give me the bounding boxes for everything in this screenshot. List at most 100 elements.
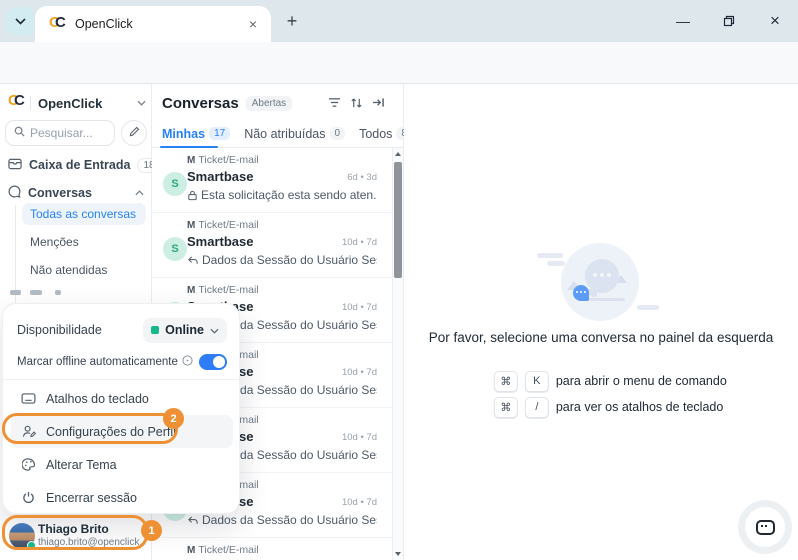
- sidebar-item-todas-as-conversas[interactable]: Todas as conversas: [22, 203, 146, 225]
- tab-count: 17: [209, 127, 230, 140]
- search-input[interactable]: Pesquisar...: [5, 120, 115, 146]
- detail-panel: Por favor, selecione uma conversa no pai…: [404, 84, 798, 560]
- conversation-timestamps: 10d • 7d: [342, 302, 377, 313]
- openclick-favicon: CC: [49, 16, 67, 32]
- sort-icon[interactable]: [350, 97, 363, 109]
- channel-label: M Ticket/E-mail: [187, 544, 259, 556]
- inbox-label: Caixa de Entrada: [29, 158, 130, 172]
- message-preview: Dados da Sessão do Usuário Ses...: [187, 253, 377, 267]
- contact-name: Smartbase: [187, 234, 253, 249]
- brand-name: OpenClick: [38, 96, 137, 111]
- email-channel-icon: M: [187, 285, 194, 296]
- email-channel-icon: M: [187, 545, 194, 556]
- cmd-keycap: ⌘: [494, 371, 518, 392]
- browser-tabstrip: CC OpenClick × + — ×: [0, 0, 798, 42]
- sidebar-item-conversas[interactable]: Conversas: [5, 181, 147, 205]
- tab-close-icon[interactable]: ×: [245, 15, 261, 33]
- conversation-timestamps: 10d • 7d: [342, 367, 377, 378]
- email-channel-icon: M: [187, 155, 194, 166]
- slash-keycap: /: [525, 397, 549, 418]
- power-icon: [21, 491, 36, 504]
- annotation-box-step2: [2, 413, 178, 444]
- tab-minhas[interactable]: Minhas 17: [162, 127, 230, 141]
- list-scrollbar[interactable]: [392, 148, 403, 560]
- close-window-button[interactable]: ×: [752, 6, 798, 36]
- chevron-up-icon: [135, 190, 144, 196]
- shortcut-text: para ver os atalhos de teclado: [556, 400, 723, 414]
- keyboard-icon: [21, 393, 36, 404]
- availability-dropdown[interactable]: Online: [143, 318, 227, 343]
- channel-label: M Ticket/E-mail: [187, 284, 259, 296]
- message-preview: Dados da Sessão do Usuário Ses...: [187, 513, 377, 527]
- clipped-nav-item: [30, 290, 42, 295]
- clipped-nav-item: [55, 290, 61, 295]
- workspace-switcher[interactable]: CC OpenClick: [8, 91, 146, 115]
- chevron-down-icon: [137, 100, 146, 106]
- clipped-nav-item: [10, 290, 21, 295]
- reply-arrow-icon: [187, 255, 199, 266]
- screen: CC OpenClick × + — × ← → app.clickdesk.o…: [0, 0, 798, 560]
- browser-toolbar: ← → app.clickdesk.openclick.ai/app/accou…: [0, 42, 798, 84]
- sidebar-item-mencoes[interactable]: Menções: [22, 231, 146, 253]
- cmd-keycap: ⌘: [494, 397, 518, 418]
- menu-item-alterar-tema[interactable]: Alterar Tema: [11, 448, 233, 481]
- offline-auto-toggle[interactable]: [199, 354, 227, 370]
- sidebar-item-inbox[interactable]: Caixa de Entrada 18: [5, 153, 147, 177]
- openclick-logo-icon: CC: [8, 95, 28, 111]
- annotation-badge-2: 2: [163, 408, 184, 429]
- minimize-button[interactable]: —: [660, 6, 706, 36]
- tab-label: Todos: [359, 127, 392, 141]
- tab-label: Minhas: [162, 127, 205, 141]
- tab-title: OpenClick: [75, 17, 245, 31]
- menu-item-label: Alterar Tema: [46, 458, 117, 472]
- window-controls: — ×: [660, 0, 798, 42]
- tab-nao-atribuidas[interactable]: Não atribuídas 0: [244, 127, 345, 141]
- conversation-timestamps: 10d • 7d: [342, 497, 377, 508]
- menu-item-label: Encerrar sessão: [46, 491, 137, 505]
- filter-icon[interactable]: [328, 97, 341, 109]
- palette-icon: [21, 458, 36, 471]
- pencil-icon: [129, 124, 140, 142]
- email-channel-icon: M: [187, 220, 194, 231]
- scrollbar-thumb[interactable]: [394, 162, 402, 278]
- inbox-envelope-icon: [8, 158, 22, 173]
- conversation-timestamps: 10d • 7d: [342, 237, 377, 248]
- status-badge: Abertas: [246, 96, 292, 111]
- channel-label: M Ticket/E-mail: [187, 154, 259, 166]
- search-icon: [14, 126, 25, 140]
- availability-label: Disponibilidade: [17, 323, 102, 337]
- new-tab-button[interactable]: +: [280, 9, 304, 33]
- panel-title: Conversas: [162, 95, 239, 112]
- conversas-label: Conversas: [28, 186, 128, 200]
- scroll-up-arrow[interactable]: [393, 148, 403, 160]
- browser-tab[interactable]: CC OpenClick ×: [35, 6, 271, 42]
- sidebar-item-nao-atendidas[interactable]: Não atendidas: [22, 259, 146, 281]
- divider: [30, 96, 31, 110]
- reply-arrow-icon: [187, 515, 199, 526]
- contact-avatar: S: [163, 172, 187, 196]
- lock-icon: [187, 190, 198, 201]
- collapse-panel-icon[interactable]: [372, 97, 385, 109]
- conversation-list-item[interactable]: S M Ticket/E-mail Smartbase 6d • 3d Esta…: [152, 148, 393, 213]
- chat-bubble-icon: [8, 185, 21, 201]
- scroll-down-arrow[interactable]: [393, 548, 403, 560]
- conversation-tabs: Minhas 17 Não atribuídas 0 Todos 86: [152, 120, 403, 148]
- compose-button[interactable]: [121, 120, 147, 146]
- chat-widget-launcher[interactable]: [745, 507, 785, 547]
- offline-auto-label: Marcar offline automaticamente: [17, 356, 178, 368]
- conversation-list-item[interactable]: S M Ticket/E-mail Smartbase 10d • 7d Dad…: [152, 213, 393, 278]
- chevron-down-icon: [15, 12, 26, 30]
- info-icon: [182, 355, 193, 369]
- message-preview: Esta solicitação esta sendo aten...: [187, 188, 377, 202]
- chat-widget-icon: [756, 520, 775, 535]
- search-placeholder: Pesquisar...: [30, 126, 93, 140]
- empty-state-message: Por favor, selecione uma conversa no pai…: [404, 330, 798, 345]
- menu-item-atalhos-do-teclado[interactable]: Atalhos do teclado: [11, 382, 233, 415]
- channel-label: M Ticket/E-mail: [187, 219, 259, 231]
- tab-search-button[interactable]: [6, 7, 34, 35]
- menu-item-encerrar-sessao[interactable]: Encerrar sessão: [11, 481, 233, 514]
- restore-button[interactable]: [706, 6, 752, 36]
- conversation-list-item[interactable]: S M Ticket/E-mail: [152, 538, 393, 560]
- annotation-box-step1: [2, 515, 148, 550]
- menu-item-label: Atalhos do teclado: [46, 392, 149, 406]
